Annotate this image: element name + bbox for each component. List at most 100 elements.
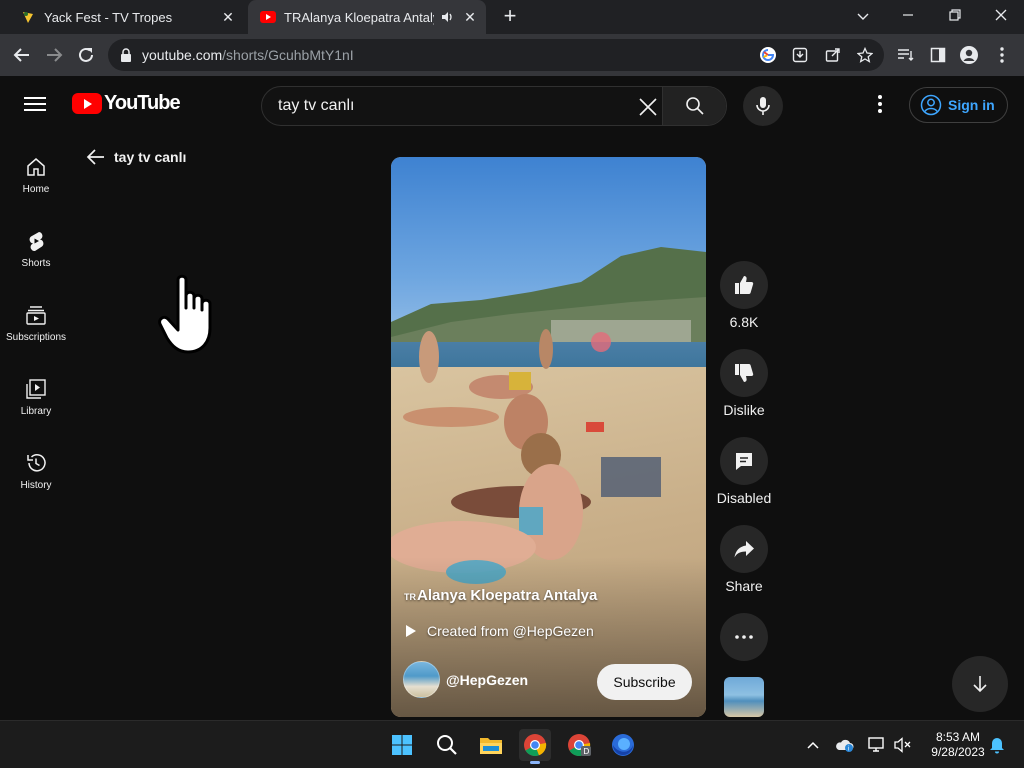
minimize-icon[interactable] xyxy=(893,4,923,28)
like-count: 6.8K xyxy=(729,314,759,330)
install-app-icon[interactable] xyxy=(790,45,810,65)
sign-in-label: Sign in xyxy=(948,97,995,113)
sidebar-item-label: Library xyxy=(20,406,52,417)
chrome-menu-icon[interactable] xyxy=(992,45,1012,65)
more-actions-button[interactable] xyxy=(720,613,768,661)
notification-bell-icon[interactable] xyxy=(987,735,1007,755)
microphone-icon xyxy=(756,97,770,115)
tab-close-icon[interactable]: ✕ xyxy=(220,9,236,25)
dislike-label: Dislike xyxy=(723,402,765,418)
share-label: Share xyxy=(725,578,763,594)
thumbs-down-icon xyxy=(735,364,754,382)
close-window-icon[interactable] xyxy=(986,4,1016,28)
tvtropes-favicon-icon xyxy=(20,9,36,25)
svg-text:D: D xyxy=(583,747,589,756)
library-icon xyxy=(26,379,46,399)
clock-time: 8:53 AM xyxy=(935,730,981,744)
network-icon[interactable] xyxy=(867,735,887,755)
history-icon xyxy=(27,454,46,472)
home-icon xyxy=(27,158,45,176)
back-arrow-icon[interactable] xyxy=(8,41,36,69)
bookmark-star-icon[interactable] xyxy=(855,45,875,65)
hamburger-menu-icon[interactable] xyxy=(24,93,46,115)
side-panel-icon[interactable] xyxy=(928,45,948,65)
voice-search-button[interactable] xyxy=(743,86,783,126)
forward-arrow-icon[interactable] xyxy=(40,41,68,69)
next-short-button[interactable] xyxy=(952,656,1008,712)
shorts-icon xyxy=(29,232,44,252)
title-prefix: TR xyxy=(404,592,416,602)
back-to-search-button[interactable]: tay tv canlı xyxy=(86,148,186,166)
youtube-logo[interactable]: YouTube xyxy=(72,92,181,115)
sign-in-button[interactable]: Sign in xyxy=(909,87,1008,123)
windows-start-icon[interactable] xyxy=(386,729,418,761)
restore-icon[interactable] xyxy=(940,4,970,28)
browser-tab-tvtropes[interactable]: Yack Fest - TV Tropes ✕ xyxy=(8,0,244,34)
reading-list-icon[interactable] xyxy=(896,45,916,65)
profile-icon[interactable] xyxy=(959,45,979,65)
share-arrow-icon xyxy=(734,541,754,558)
chrome-dev-taskbar-icon[interactable]: D xyxy=(563,729,595,761)
short-video-player[interactable]: TRAlanya Kloepatra Antalya Created from … xyxy=(391,157,706,717)
file-explorer-icon[interactable] xyxy=(475,729,507,761)
created-from-label: Created from @HepGezen xyxy=(427,623,594,639)
sound-thumbnail[interactable] xyxy=(724,677,764,717)
channel-avatar[interactable] xyxy=(403,661,440,698)
google-lens-icon[interactable] xyxy=(758,45,778,65)
sidebar-item-library[interactable]: Library xyxy=(0,370,72,444)
sidebar-item-label: Shorts xyxy=(21,258,51,269)
browser-toolbar: youtube.com/shorts/GcuhbMtY1nI xyxy=(0,34,1024,76)
hand-cursor-icon xyxy=(158,274,222,356)
search-button[interactable] xyxy=(662,87,726,125)
chrome-taskbar-icon[interactable] xyxy=(519,729,551,764)
youtube-wordmark: YouTube xyxy=(104,92,181,114)
clear-search-icon[interactable] xyxy=(636,95,660,119)
share-button[interactable] xyxy=(720,525,768,573)
tab-title: Yack Fest - TV Tropes xyxy=(44,9,173,25)
dislike-button[interactable] xyxy=(720,349,768,397)
subscriptions-icon xyxy=(26,306,46,325)
audio-playing-icon[interactable] xyxy=(440,10,454,27)
browser-tab-strip: Yack Fest - TV Tropes ✕ TRAlanya Kloepat… xyxy=(0,0,1024,34)
system-clock[interactable]: 8:53 AM 9/28/2023 xyxy=(918,730,998,760)
arrow-down-icon xyxy=(973,676,987,693)
sidebar-item-label: Subscriptions xyxy=(5,332,67,343)
youtube-favicon-icon xyxy=(260,9,276,25)
sidebar-item-home[interactable]: Home xyxy=(0,148,72,222)
subscribe-button[interactable]: Subscribe xyxy=(597,664,692,700)
address-bar[interactable]: youtube.com/shorts/GcuhbMtY1nI xyxy=(108,39,884,71)
tab-search-chevron-icon[interactable] xyxy=(848,4,878,28)
sidebar-item-shorts[interactable]: Shorts xyxy=(0,222,72,296)
sidebar-item-subscriptions[interactable]: Subscriptions xyxy=(0,296,72,370)
windows-taskbar: D i 8:53 AM 9/28/2023 xyxy=(0,720,1024,768)
sidebar-item-label: Home xyxy=(22,184,50,195)
sidebar-item-label: History xyxy=(20,480,52,491)
back-arrow-icon xyxy=(86,149,104,165)
search-input[interactable]: tay tv canlı xyxy=(278,97,354,115)
channel-name[interactable]: @HepGezen xyxy=(446,672,528,688)
volume-muted-icon[interactable] xyxy=(893,735,913,755)
onedrive-icon[interactable]: i xyxy=(835,735,855,755)
tab-title: TRAlanya Kloepatra Antalya xyxy=(284,9,434,25)
tab-close-icon[interactable]: ✕ xyxy=(462,9,478,25)
show-hidden-icons-chevron-icon[interactable] xyxy=(803,735,823,755)
firefox-taskbar-icon[interactable] xyxy=(607,729,639,761)
new-tab-button[interactable]: + xyxy=(498,5,522,29)
settings-kebab-icon[interactable] xyxy=(870,94,890,114)
search-box[interactable]: tay tv canlı xyxy=(261,86,727,126)
clock-date: 9/28/2023 xyxy=(931,745,985,759)
taskbar-search-icon[interactable] xyxy=(431,729,463,761)
created-from-link[interactable]: Created from @HepGezen xyxy=(405,623,594,639)
like-button[interactable] xyxy=(720,261,768,309)
sidebar-item-history[interactable]: History xyxy=(0,444,72,518)
url-path: /shorts/GcuhbMtY1nI xyxy=(222,47,354,63)
browser-tab-youtube[interactable]: TRAlanya Kloepatra Antalya ✕ xyxy=(248,0,486,34)
lock-icon[interactable] xyxy=(120,48,132,67)
thumbs-up-icon xyxy=(735,276,754,294)
play-icon xyxy=(406,625,416,637)
comment-icon xyxy=(736,453,752,470)
reload-icon[interactable] xyxy=(72,41,100,69)
share-page-icon[interactable] xyxy=(823,45,843,65)
comments-button[interactable] xyxy=(720,437,768,485)
youtube-header: YouTube tay tv canlı Sign in xyxy=(0,76,1024,132)
